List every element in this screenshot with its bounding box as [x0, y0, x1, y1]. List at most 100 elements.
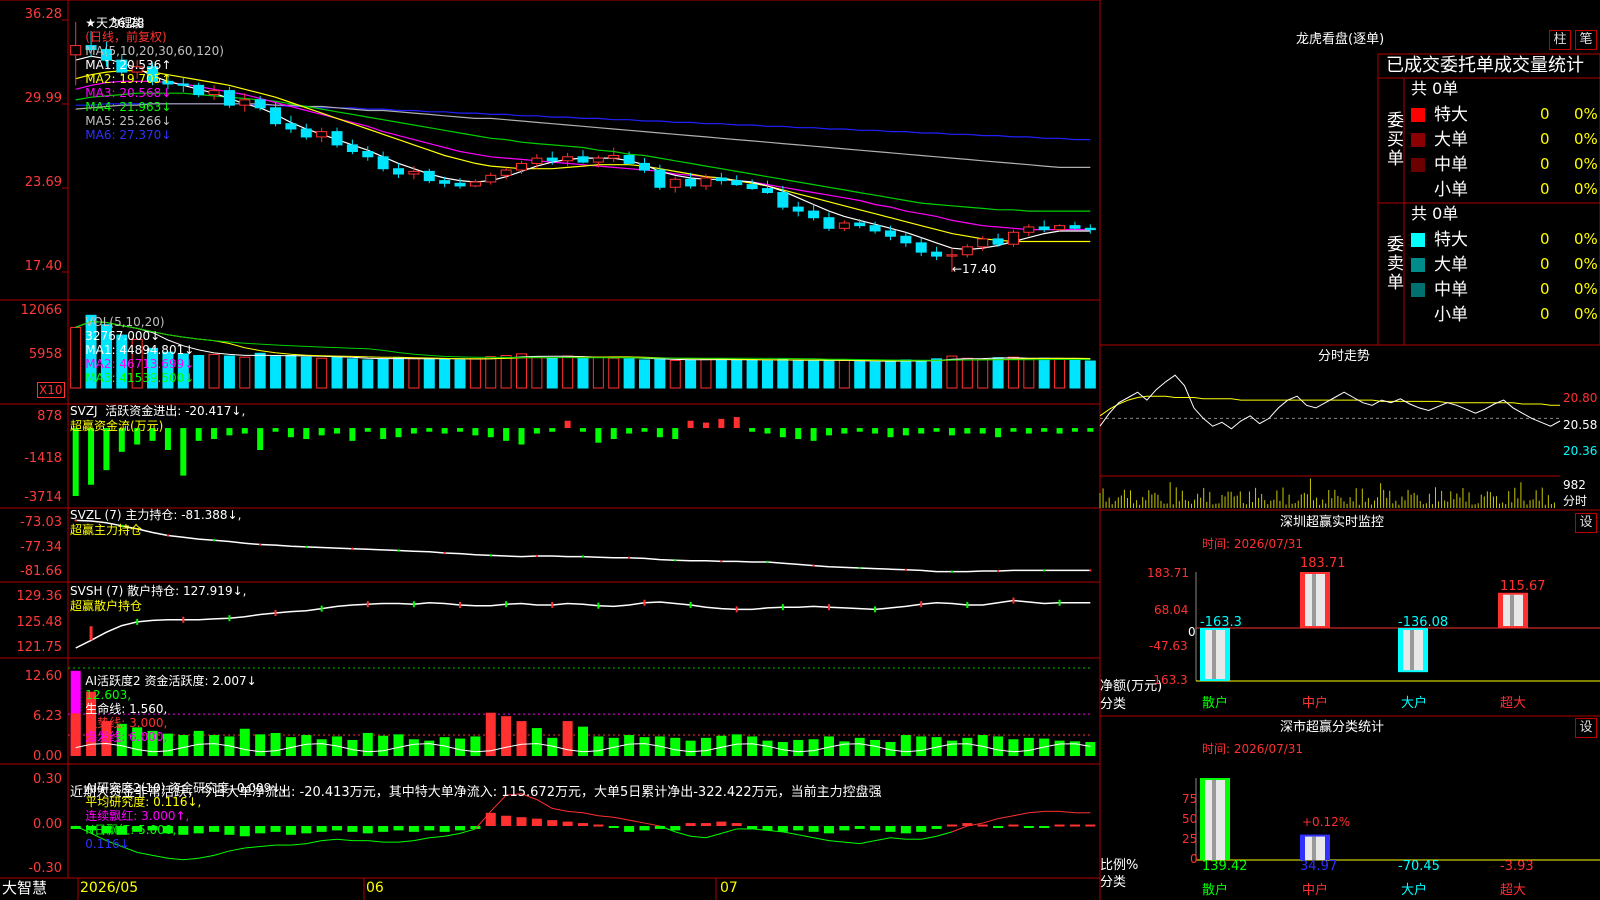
volume-bar: [531, 356, 543, 389]
candle: [469, 179, 481, 188]
ai-research-line-segment: [890, 837, 906, 840]
svzl-dot: [443, 551, 446, 555]
svzl-dot: [674, 558, 677, 562]
volume-bar: [992, 357, 1004, 389]
ai-research-bar: [378, 826, 389, 832]
ai-research-bar: [147, 826, 158, 831]
ai-research-bar: [1023, 826, 1034, 828]
volume-bar: [254, 352, 266, 389]
candle-body: [346, 144, 358, 153]
volume-bar: [1038, 357, 1050, 389]
ai-active-bar: [808, 739, 819, 756]
order-view-button[interactable]: 笔: [1575, 30, 1597, 50]
candle-body: [1038, 226, 1050, 231]
svzj-bar: [764, 428, 771, 434]
candle: [961, 244, 973, 258]
ai-research-bar: [116, 826, 127, 835]
ai-research-bar: [608, 826, 619, 828]
main-chart-canvas[interactable]: [0, 0, 1600, 900]
volume-bar: [869, 361, 881, 389]
candle-body: [546, 157, 558, 162]
volume-bar: [838, 359, 850, 389]
svzl-dot: [535, 554, 539, 558]
ai-active-bar: [716, 735, 727, 756]
sz-monitor-bar: [1200, 628, 1230, 681]
svzl-dot: [904, 568, 908, 572]
ai-active-bar: [239, 728, 250, 756]
volume-bar: [85, 314, 97, 389]
svzj-bar: [948, 428, 955, 436]
svzl-dot: [489, 554, 492, 557]
svzj-bar: [134, 428, 141, 445]
volume-bar: [516, 353, 528, 389]
candle: [638, 158, 650, 173]
ai-research-line-segment: [874, 837, 891, 842]
volume-bar: [900, 359, 912, 389]
ai-active-bar: [393, 734, 404, 756]
ai-active-bar: [501, 716, 512, 756]
ai-research-bar: [178, 826, 189, 835]
volume-bar: [239, 356, 251, 389]
svzj-bar: [472, 428, 479, 436]
ai-research-line-segment: [705, 832, 722, 839]
volume-bar: [208, 353, 220, 389]
ai-active-bar: [624, 735, 635, 756]
volume-bar: [546, 357, 558, 389]
candle-body: [623, 154, 635, 164]
candle: [808, 204, 820, 221]
candle: [423, 168, 435, 184]
volume-bar: [485, 356, 497, 389]
candle-body: [1084, 227, 1096, 231]
ai-research-line-segment: [951, 825, 968, 833]
sz-monitor-bar-shade: [1410, 630, 1414, 671]
ai-research-line-segment: [244, 846, 261, 849]
volume-bar: [915, 359, 927, 389]
volume-ma-line: [75, 320, 1091, 362]
ai-research-bar: [516, 817, 527, 826]
column-view-button[interactable]: 柱: [1549, 30, 1571, 50]
ai-research-bar: [209, 826, 220, 832]
sz-monitor-settings-button[interactable]: 设: [1575, 513, 1597, 533]
svzj-bar: [303, 428, 310, 440]
ai-research-bar: [408, 826, 419, 832]
volume-bar: [1007, 356, 1019, 389]
candle: [70, 22, 82, 86]
ai-research-bar: [439, 826, 450, 832]
volume-bar: [70, 326, 82, 389]
volume-bar: [577, 357, 589, 389]
svzj-bar: [518, 428, 525, 445]
buy-medium-swatch: [1411, 158, 1425, 172]
candle-body: [147, 66, 159, 82]
ai-active-bar: [993, 736, 1004, 756]
candle-body: [823, 217, 835, 229]
candle-body: [116, 59, 128, 73]
ai-active-bar: [747, 736, 758, 756]
volume-bar: [777, 358, 789, 389]
volume-bar: [285, 355, 297, 389]
candle-body: [439, 180, 451, 184]
candle: [85, 31, 97, 58]
svzj-bar: [595, 428, 602, 443]
svzl-dot: [720, 560, 723, 563]
ai-research-line-segment: [137, 851, 153, 856]
candle-body: [884, 230, 896, 237]
volume-bar: [884, 360, 896, 389]
candle-body: [838, 222, 850, 229]
candle-body: [454, 182, 466, 187]
ai-research-bar: [332, 826, 343, 831]
svzj-bar: [1087, 428, 1094, 432]
candle: [131, 60, 143, 79]
candle-body: [131, 66, 143, 73]
ai-research-bar: [86, 826, 97, 831]
ai-active-bar: [700, 737, 711, 756]
ai-research-bar: [624, 826, 635, 832]
candle: [1007, 229, 1019, 247]
candle-body: [869, 225, 881, 232]
ai-research-line-segment: [675, 831, 691, 837]
sz-class-settings-button[interactable]: 设: [1575, 718, 1597, 738]
candle-body: [423, 170, 435, 182]
ai-active-bar: [378, 735, 389, 756]
svzj-bar: [964, 428, 971, 434]
ma-line-ma6: [75, 103, 1091, 141]
svzj-bar: [533, 428, 540, 434]
